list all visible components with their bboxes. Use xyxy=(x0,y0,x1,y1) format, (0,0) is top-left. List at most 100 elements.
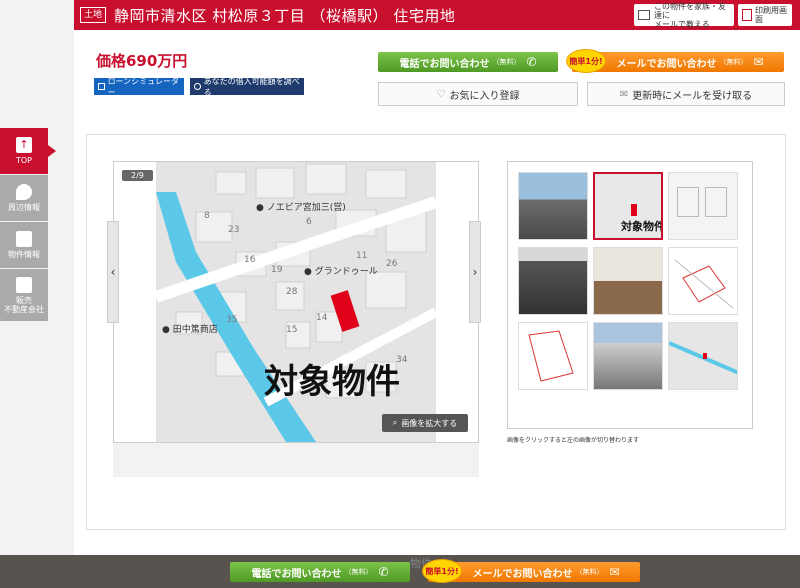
place2-text: グランドゥール xyxy=(314,267,378,277)
mail-inquiry-button[interactable]: 簡単1分! メールでお問い合わせ （無料） ✉ xyxy=(566,49,784,73)
svg-text:14: 14 xyxy=(316,313,328,323)
thumbnail-3[interactable] xyxy=(668,172,738,240)
sticky-tel-label: 電話でお問い合わせ xyxy=(251,568,342,580)
image-counter: 2/9 xyxy=(122,170,153,181)
heart-icon: ♡ xyxy=(436,88,446,100)
svg-text:15: 15 xyxy=(286,325,297,335)
nav-surroundings[interactable]: 周辺情報 xyxy=(0,175,48,221)
thumbnail-8[interactable] xyxy=(593,322,663,390)
share-email-button[interactable]: この物件を家族・友達に メールで教える xyxy=(634,1,734,29)
thumbnail-2[interactable]: 対象物件 xyxy=(593,172,663,240)
floorplan-b xyxy=(705,187,727,217)
nav-realtor-label: 販売 不動産会社 xyxy=(4,295,44,314)
title-bar: 土地 静岡市清水区 村松原３丁目 （桜橋駅） 住宅用地 この物件を家族・友達に … xyxy=(74,0,800,30)
nav-top[interactable]: ↑ TOP xyxy=(0,128,56,174)
thumbnail-1[interactable] xyxy=(518,172,588,240)
borrowing-check-button[interactable]: あなたの借入可能額を調べる xyxy=(190,76,304,97)
place1-text: ノエビア宮加三(営) xyxy=(266,203,346,213)
update-mail-button[interactable]: ✉ 更新時にメールを受け取る xyxy=(587,82,785,106)
nav-surroundings-label: 周辺情報 xyxy=(8,203,40,212)
main-panel: 価格690万円 ローンシミュレーター あなたの借入可能額を調べる 電話でお問い合… xyxy=(74,30,800,555)
side-nav: ↑ TOP 周辺情報 物件情報 販売 不動産会社 xyxy=(0,128,56,322)
thumbnail-6[interactable] xyxy=(668,247,738,315)
phone-icon: ✆ xyxy=(526,55,537,69)
main-image-viewer[interactable]: 2/9 8 23 16 28 26 14 15 35 34 11 6 19 ● … xyxy=(113,161,479,443)
prev-image-button[interactable]: ‹ xyxy=(107,221,119,323)
sticky-quick-badge: 簡単1分! xyxy=(422,559,462,583)
thumbnail-5[interactable] xyxy=(593,247,663,315)
sticky-mail-label: メールでお問い合わせ xyxy=(472,568,573,580)
thumbnail-7[interactable] xyxy=(518,322,588,390)
mail-icon xyxy=(638,10,650,20)
mail-label: メールでお問い合わせ xyxy=(616,58,717,70)
thumb-label: 対象物件 xyxy=(621,220,663,233)
svg-text:8: 8 xyxy=(204,211,210,221)
svg-text:23: 23 xyxy=(228,225,239,235)
gallery-caption: 画像をクリックすると左の画像が切り替わります xyxy=(507,437,640,444)
location-pin-icon xyxy=(16,184,32,200)
document-icon xyxy=(16,231,32,247)
map-image[interactable]: 8 23 16 28 26 14 15 35 34 11 6 19 ● ノエビア宮加三(営) ●… xyxy=(156,162,436,442)
update-label: 更新時にメールを受け取る xyxy=(632,90,753,102)
map-label-3: ● 田中篤商店 xyxy=(162,325,218,335)
loan-simulator-button[interactable]: ローンシミュレーター xyxy=(94,76,184,97)
price: 価格690万円 xyxy=(96,52,188,70)
tel-note: （無料） xyxy=(492,58,521,66)
share-label-2: メールで教える xyxy=(654,19,710,29)
favorite-label: お気に入り登録 xyxy=(449,90,520,102)
photo-gallery: 2/9 8 23 16 28 26 14 15 35 34 11 6 19 ● … xyxy=(86,134,786,530)
sticky-mail-note: （無料） xyxy=(575,568,604,576)
sticky-phone-button[interactable]: 電話でお問い合わせ （無料） ✆ xyxy=(230,562,410,582)
sticky-mail-button[interactable]: 簡単1分! メールでお問い合わせ （無料） ✉ xyxy=(422,559,640,583)
map-label-2: ● グランドゥール xyxy=(304,267,378,277)
envelope-open-icon: ✉ xyxy=(619,88,629,100)
favorite-button[interactable]: ♡ お気に入り登録 xyxy=(378,82,578,106)
category-tag: 土地 xyxy=(80,7,107,23)
pdf-icon xyxy=(742,9,752,21)
next-image-button[interactable]: › xyxy=(469,221,481,323)
nav-property-label: 物件情報 xyxy=(8,250,40,259)
zoom-label: 画像を拡大する xyxy=(401,418,458,428)
tel-label: 電話でお問い合わせ xyxy=(399,58,490,70)
thumbnail-9[interactable] xyxy=(668,322,738,390)
svg-text:16: 16 xyxy=(244,255,256,265)
svg-text:28: 28 xyxy=(286,287,298,297)
nav-top-label: TOP xyxy=(15,156,32,165)
svg-text:26: 26 xyxy=(386,259,398,269)
nav-realtor[interactable]: 販売 不動産会社 xyxy=(0,269,48,321)
svg-text:35: 35 xyxy=(226,315,237,325)
page-title: 静岡市清水区 村松原３丁目 （桜橋駅） 住宅用地 xyxy=(114,6,456,25)
quick-badge: 簡単1分! xyxy=(566,49,606,73)
thumbnail-grid: 対象物件 xyxy=(507,161,753,429)
print-label: 印刷用画面 xyxy=(755,6,787,24)
borrow-label: あなたの借入可能額を調べる xyxy=(203,76,300,97)
thumbnail-4[interactable] xyxy=(518,247,588,315)
sticky-tel-note: （無料） xyxy=(344,568,373,576)
arrow-up-icon: ↑ xyxy=(16,137,32,153)
thumb-target-mark xyxy=(631,204,637,216)
envelope-icon: ✉ xyxy=(753,55,764,69)
target-label: 対象物件 xyxy=(264,362,400,402)
building-icon xyxy=(16,276,32,293)
phone-icon: ✆ xyxy=(378,565,389,579)
svg-text:6: 6 xyxy=(306,217,312,227)
share-label-1: この物件を家族・友達に xyxy=(654,1,726,20)
envelope-icon: ✉ xyxy=(609,565,620,579)
zoom-button[interactable]: ⌕ 画像を拡大する xyxy=(382,414,468,432)
chevron-left-icon: ‹ xyxy=(110,265,116,279)
loan-label: ローンシミュレーター xyxy=(107,76,180,97)
sticky-cta-bar: 物件 電話でお問い合わせ （無料） ✆ 簡単1分! メールでお問い合わせ （無料… xyxy=(0,555,800,588)
floorplan-a xyxy=(677,187,699,217)
svg-text:11: 11 xyxy=(356,251,367,261)
mail-note: （無料） xyxy=(719,58,748,66)
calculator-icon xyxy=(98,83,105,90)
phone-inquiry-button[interactable]: 電話でお問い合わせ （無料） ✆ xyxy=(378,52,558,72)
map-label-1: ● ノエビア宮加三(営) xyxy=(256,203,346,213)
print-button[interactable]: 印刷用画面 xyxy=(738,4,792,26)
svg-text:19: 19 xyxy=(271,265,283,275)
place3-text: 田中篤商店 xyxy=(172,325,218,335)
yen-icon xyxy=(194,83,201,90)
chevron-right-icon: › xyxy=(472,265,478,279)
nav-property-info[interactable]: 物件情報 xyxy=(0,222,48,268)
magnifier-icon: ⌕ xyxy=(392,418,398,427)
